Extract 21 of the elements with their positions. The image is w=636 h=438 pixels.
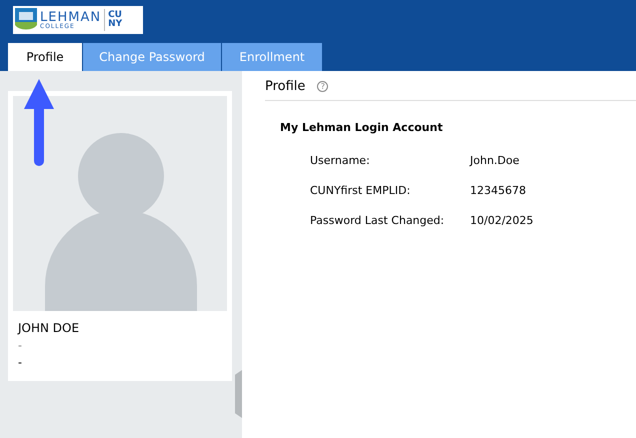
- field-label: Password Last Changed:: [310, 214, 446, 227]
- field-label: Username:: [310, 154, 371, 167]
- tab[interactable]: Profile: [8, 43, 82, 71]
- profile-detail: -: [18, 356, 23, 369]
- logo-partner-top: CU: [108, 11, 122, 20]
- profile-name: JOHN DOE: [18, 321, 80, 335]
- panel-title: Profile: [265, 79, 306, 94]
- field-label: CUNYfirst EMPLID:: [310, 184, 412, 197]
- logo-title: LEHMAN: [40, 10, 102, 24]
- section-heading: My Lehman Login Account: [280, 121, 444, 134]
- logo-partner-bottom: NY: [108, 20, 122, 29]
- field-value: 10/02/2025: [470, 214, 534, 227]
- tab[interactable]: Change Password: [83, 43, 221, 71]
- field-value: John.Doe: [470, 154, 520, 167]
- collapse-handle[interactable]: [235, 370, 242, 418]
- avatar-placeholder-icon: [13, 96, 227, 311]
- tab[interactable]: Enrollment: [222, 43, 322, 71]
- field-value: 12345678: [470, 184, 527, 197]
- up-arrow-icon: [24, 79, 54, 167]
- help-icon[interactable]: ?: [317, 81, 328, 92]
- profile-detail: -: [18, 339, 23, 352]
